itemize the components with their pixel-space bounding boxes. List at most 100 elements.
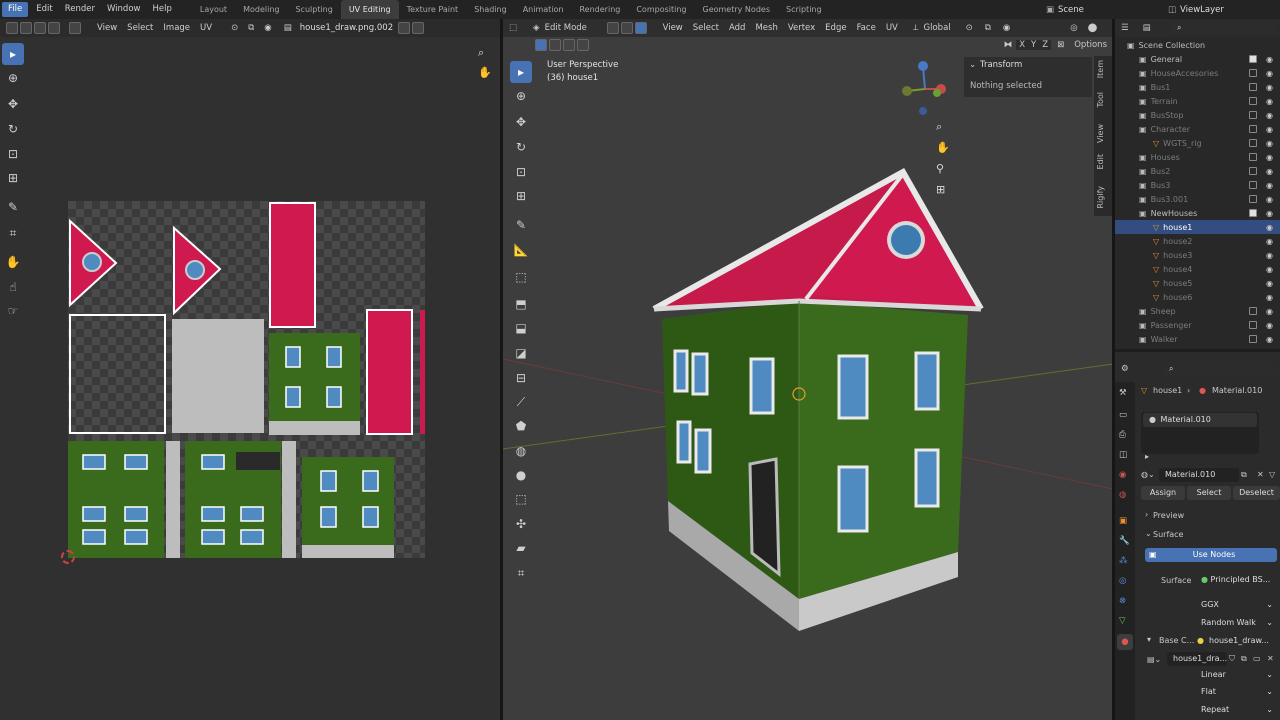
uv-2d-cursor-icon[interactable] [61,550,75,564]
menu-window[interactable]: Window [101,0,147,19]
exclude-checkbox[interactable] [1249,55,1257,63]
outliner-row[interactable]: ▽ house2 ◉ [1115,234,1280,248]
transform-tool-icon[interactable]: ⊞ [2,167,24,189]
uv-sticky-icon[interactable] [69,22,81,34]
navigation-gizmo[interactable] [897,59,953,115]
tab-layout[interactable]: Layout [192,0,235,19]
tab-edit[interactable]: Edit [1096,154,1110,170]
image-fake-user-icon[interactable] [398,22,411,34]
eye-icon[interactable]: ◉ [1266,55,1273,64]
select-tool-icon[interactable]: ▸ [2,43,24,65]
tab-rendering[interactable]: Rendering [571,0,628,19]
image-new-icon[interactable] [412,22,425,34]
uv-select-mode-icon[interactable] [34,22,46,34]
exclude-checkbox[interactable] [1249,181,1257,189]
image-name-field[interactable]: house1_draw.png.002 [296,23,397,33]
rotate-tool-icon[interactable]: ↻ [2,118,24,140]
image-browse-icon[interactable]: ▤⌄ [1147,655,1161,664]
output-tab-icon[interactable]: ⎙ [1119,430,1126,440]
browse-icon[interactable]: ▽ [1269,470,1275,479]
tab-geometry-nodes[interactable]: Geometry Nodes [695,0,778,19]
exclude-checkbox[interactable] [1249,321,1257,329]
rip-tool-icon[interactable]: ⌗ [2,222,24,244]
tool-tab-icon[interactable]: ⚒ [1119,388,1127,398]
transform-panel-title[interactable]: Transform [980,60,1022,70]
eye-icon[interactable]: ◉ [1266,97,1273,106]
collapse-chevron-icon[interactable]: ⌄ [969,60,976,70]
add-cube-tool-icon[interactable]: ⬚ [510,266,532,288]
zoom-icon[interactable]: ⌕ [478,46,484,60]
scene-tab-icon[interactable]: ◉ [1119,470,1126,480]
smooth-tool-icon[interactable]: ● [510,464,532,486]
annotate-tool-icon[interactable]: ✎ [2,196,24,218]
eye-icon[interactable]: ◉ [1266,111,1273,120]
exclude-checkbox[interactable] [1249,97,1257,105]
measure-tool-icon[interactable]: 📐 [510,239,532,261]
shear-tool-icon[interactable]: ▰ [510,537,532,559]
tab-animation[interactable]: Animation [515,0,572,19]
pan-hand-icon[interactable]: ✋ [478,66,492,79]
deselect-button[interactable]: Deselect [1233,486,1280,500]
outliner-row[interactable]: ▽ house4 ◉ [1115,262,1280,276]
eye-icon[interactable]: ◉ [1266,237,1273,246]
exclude-checkbox[interactable] [1249,125,1257,133]
properties-search-input[interactable]: ⌕ [1163,362,1278,376]
uv-menu-select[interactable]: Select [122,19,158,37]
spin-tool-icon[interactable]: ◍ [510,440,532,462]
snap-icon[interactable]: ⧉ [248,23,254,33]
expand-icon[interactable]: ▸ [1145,452,1149,461]
outliner-row[interactable]: ▣ NewHouses ◉ [1115,206,1280,220]
eye-icon[interactable]: ◉ [1266,125,1273,134]
uv-select-mode-icon[interactable] [48,22,60,34]
editor-type-icon[interactable]: ⚙ [1121,364,1129,374]
rotate-tool-icon[interactable]: ↻ [510,136,532,158]
material-tab-icon[interactable]: ● [1117,634,1133,650]
menu-edit[interactable]: Edit [30,0,58,19]
edge-slide-tool-icon[interactable]: ⬚ [510,488,532,510]
particles-tab-icon[interactable]: ⁂ [1119,556,1128,566]
image-browse-icon[interactable]: ▤ [284,23,292,33]
preview-panel-header[interactable]: Preview [1153,511,1184,520]
eye-icon[interactable]: ◉ [1266,223,1273,232]
eye-icon[interactable]: ◉ [1266,69,1273,78]
preview-chevron-icon[interactable]: › [1145,510,1148,519]
outliner-row[interactable]: ▣ Terrain ◉ [1115,94,1280,108]
interpolation-dropdown[interactable]: Linear ⌄ [1195,668,1277,682]
projection-dropdown[interactable]: Flat ⌄ [1195,685,1277,699]
knife-tool-icon[interactable]: ⟋ [510,391,532,413]
outliner-row[interactable]: ▣ Bus3 ◉ [1115,178,1280,192]
menu-help[interactable]: Help [146,0,177,19]
eye-icon[interactable]: ◉ [1266,293,1273,302]
exclude-checkbox[interactable] [1249,167,1257,175]
eye-icon[interactable]: ◉ [1266,209,1273,218]
render-tab-icon[interactable]: ▭ [1119,410,1127,420]
view-layer-selector[interactable]: ViewLayer [1180,5,1280,15]
object-tab-icon[interactable]: ▣ [1119,516,1127,526]
subsurface-method-dropdown[interactable]: Random Walk ⌄ [1195,616,1277,630]
eye-icon[interactable]: ◉ [1266,321,1273,330]
tab-rigify[interactable]: Rigify [1096,186,1110,209]
open-folder-icon[interactable]: ▭ [1253,654,1261,663]
outliner-row[interactable]: ▣ Walker ◉ [1115,332,1280,346]
distribution-dropdown[interactable]: GGX ⌄ [1195,598,1277,612]
outliner-row[interactable]: ▽ house5 ◉ [1115,276,1280,290]
base-color-value[interactable]: house1_draw... [1209,636,1269,645]
proportional-edit-icon[interactable]: ◉ [264,23,271,33]
outliner-row[interactable]: ▣ Character ◉ [1115,122,1280,136]
outliner-row[interactable]: ▣ Passenger ◉ [1115,318,1280,332]
rip-tool-icon[interactable]: ⌗ [510,562,532,584]
camera-view-icon[interactable]: ⚲ [936,162,944,175]
uv-menu-image[interactable]: Image [158,19,195,37]
pan-hand-icon[interactable]: ✋ [936,141,950,154]
scene-selector[interactable]: Scene [1058,5,1168,15]
surface-shader-field[interactable]: ● Principled BS... [1195,573,1277,587]
outliner-row[interactable]: ▽ house6 ◉ [1115,290,1280,304]
menu-file[interactable]: File [2,2,29,17]
outliner-row[interactable]: ▽ WGTS_rig ◉ [1115,136,1280,150]
extension-dropdown[interactable]: Repeat ⌄ [1195,703,1277,717]
eye-icon[interactable]: ◉ [1266,139,1273,148]
bevel-tool-icon[interactable]: ◪ [510,342,532,364]
annotate-tool-icon[interactable]: ✎ [510,214,532,236]
material-browse-icon[interactable]: ◍⌄ [1141,470,1155,479]
outliner-row[interactable]: ▣ Houses ◉ [1115,150,1280,164]
